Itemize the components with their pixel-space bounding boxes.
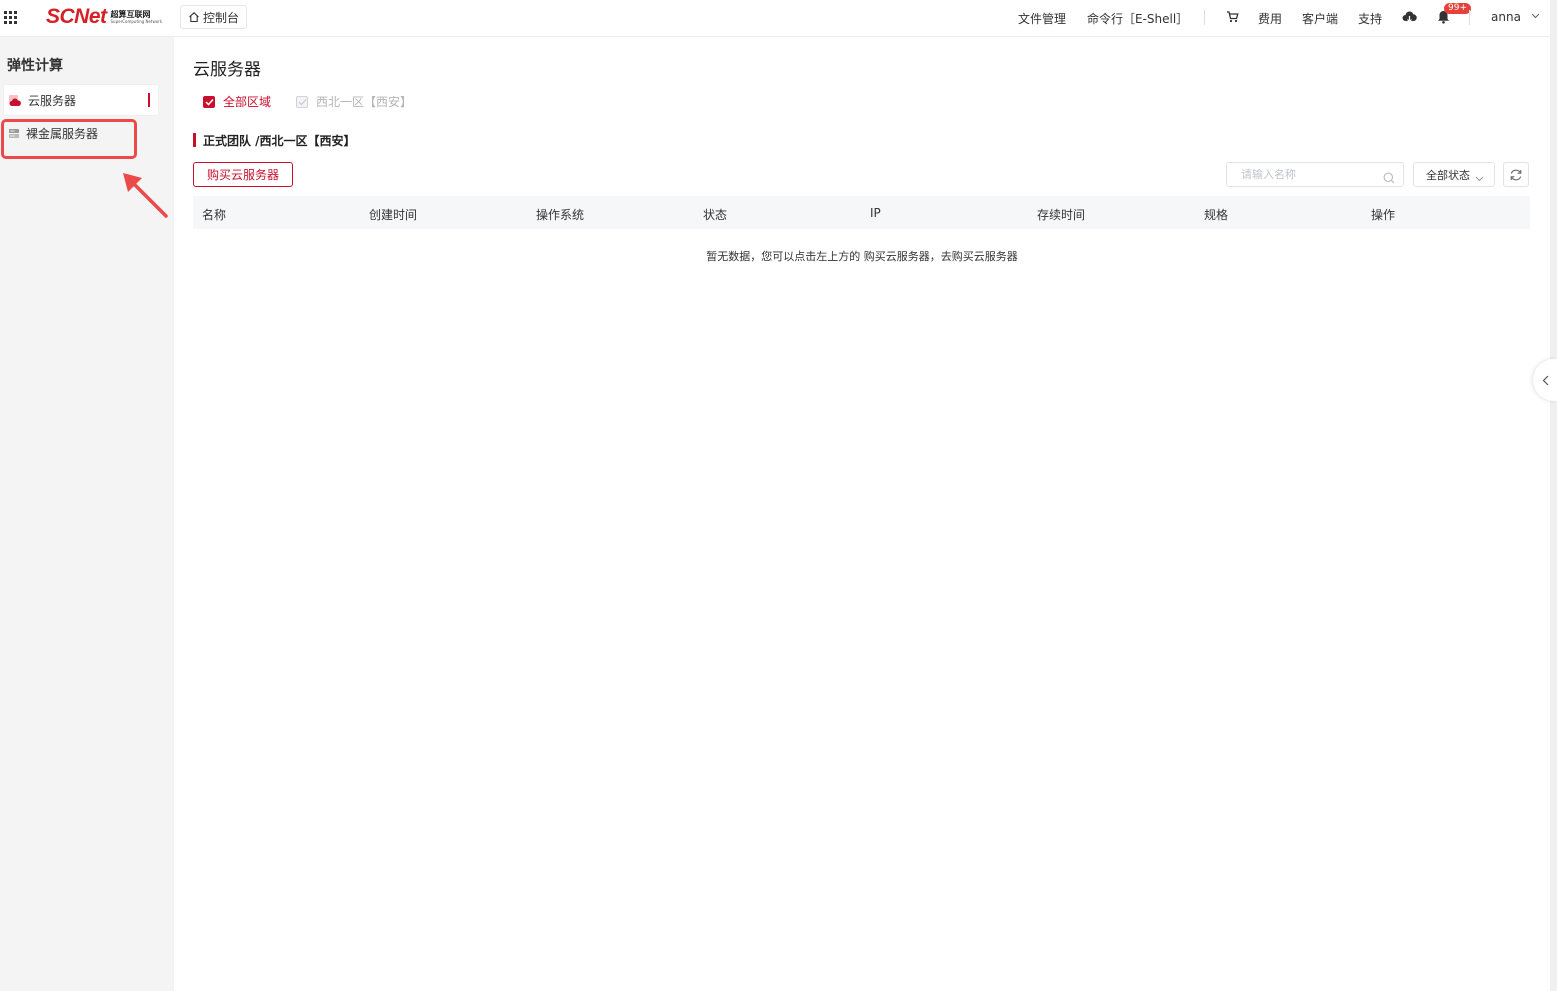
active-indicator <box>148 93 150 107</box>
region-label: 全部区域 <box>223 95 272 109</box>
home-icon <box>189 12 199 23</box>
annotation-highlight-box <box>1 119 137 159</box>
chevron-down-icon <box>1475 172 1484 185</box>
header-divider <box>1204 10 1205 25</box>
status-filter-select[interactable]: 全部状态 <box>1413 162 1495 187</box>
column-header: IP <box>870 206 881 220</box>
region-label: 西北一区【西安】 <box>316 95 413 109</box>
annotation-arrow-icon <box>123 173 168 218</box>
buy-cloud-server-button[interactable]: 购买云服务器 <box>193 162 293 187</box>
section-accent-bar <box>193 133 196 147</box>
file-manage-link[interactable]: 文件管理 <box>1018 10 1066 27</box>
sidebar: 弹性计算 云服务器 裸金属服务器 <box>0 37 174 991</box>
column-header: 存续时间 <box>1037 208 1086 222</box>
scnet-logo[interactable]: SCNet 超算互联网 SuperComputing Network <box>46 5 162 29</box>
username: anna <box>1491 10 1521 24</box>
cloud-server-icon <box>8 94 22 107</box>
console-tab-label: 控制台 <box>203 10 240 25</box>
search-input[interactable] <box>1239 167 1383 182</box>
logo-en-text: SuperComputing Network <box>110 18 163 24</box>
top-bar: SCNet 超算互联网 SuperComputing Network 控制台 文… <box>0 0 1550 37</box>
command-line-link[interactable]: 命令行［E-Shell］ <box>1087 10 1188 27</box>
refresh-button[interactable] <box>1503 162 1529 187</box>
region-filter-all[interactable]: 全部区域 <box>203 93 271 110</box>
user-menu[interactable]: anna <box>1491 10 1540 24</box>
logo-text: SCNet <box>46 5 107 28</box>
chevron-left-icon <box>1542 375 1548 385</box>
column-header: 操作系统 <box>536 208 585 222</box>
table-header: 名称 创建时间 操作系统 状态 IP 存续时间 规格 操作 <box>193 196 1530 229</box>
checkbox-checked-icon <box>203 95 215 108</box>
support-link[interactable]: 支持 <box>1358 10 1382 27</box>
logo-cn-text: 超算互联网 <box>110 9 151 19</box>
chevron-down-icon <box>1531 13 1540 19</box>
search-box <box>1226 162 1404 187</box>
status-filter-value: 全部状态 <box>1426 168 1470 182</box>
region-filter-northwest-xian[interactable]: 西北一区【西安】 <box>296 93 412 110</box>
cart-icon[interactable] <box>1226 10 1239 26</box>
column-header: 状态 <box>703 208 728 222</box>
sidebar-item-label: 云服务器 <box>28 93 77 108</box>
header-divider <box>1469 10 1470 25</box>
cloud-download-icon[interactable] <box>1402 10 1417 26</box>
client-link[interactable]: 客户端 <box>1302 10 1338 27</box>
search-icon[interactable] <box>1383 169 1395 188</box>
empty-table-message: 暂无数据，您可以点击左上方的 购买云服务器，去购买云服务器 <box>706 250 1018 263</box>
sidebar-item-cloud-server[interactable]: 云服务器 <box>4 85 158 115</box>
fees-link[interactable]: 费用 <box>1258 10 1282 27</box>
console-tab[interactable]: 控制台 <box>180 5 248 29</box>
section-title: 正式团队 /西北一区【西安】 <box>203 134 356 148</box>
column-header: 名称 <box>202 208 227 222</box>
notification-badge: 99+ <box>1444 3 1471 14</box>
window-edge <box>1550 0 1557 991</box>
checkbox-icon <box>296 95 308 108</box>
page-title: 云服务器 <box>193 60 261 80</box>
app-grid-icon[interactable] <box>4 11 18 25</box>
main-content: 云服务器 全部区域 西北一区【西安】 正式团队 /西北一区【西安】 购买云服务器… <box>174 37 1550 991</box>
refresh-icon <box>1510 169 1522 180</box>
column-header: 操作 <box>1371 208 1396 222</box>
column-header: 规格 <box>1204 208 1229 222</box>
column-header: 创建时间 <box>369 208 418 222</box>
sidebar-title: 弹性计算 <box>7 58 63 74</box>
